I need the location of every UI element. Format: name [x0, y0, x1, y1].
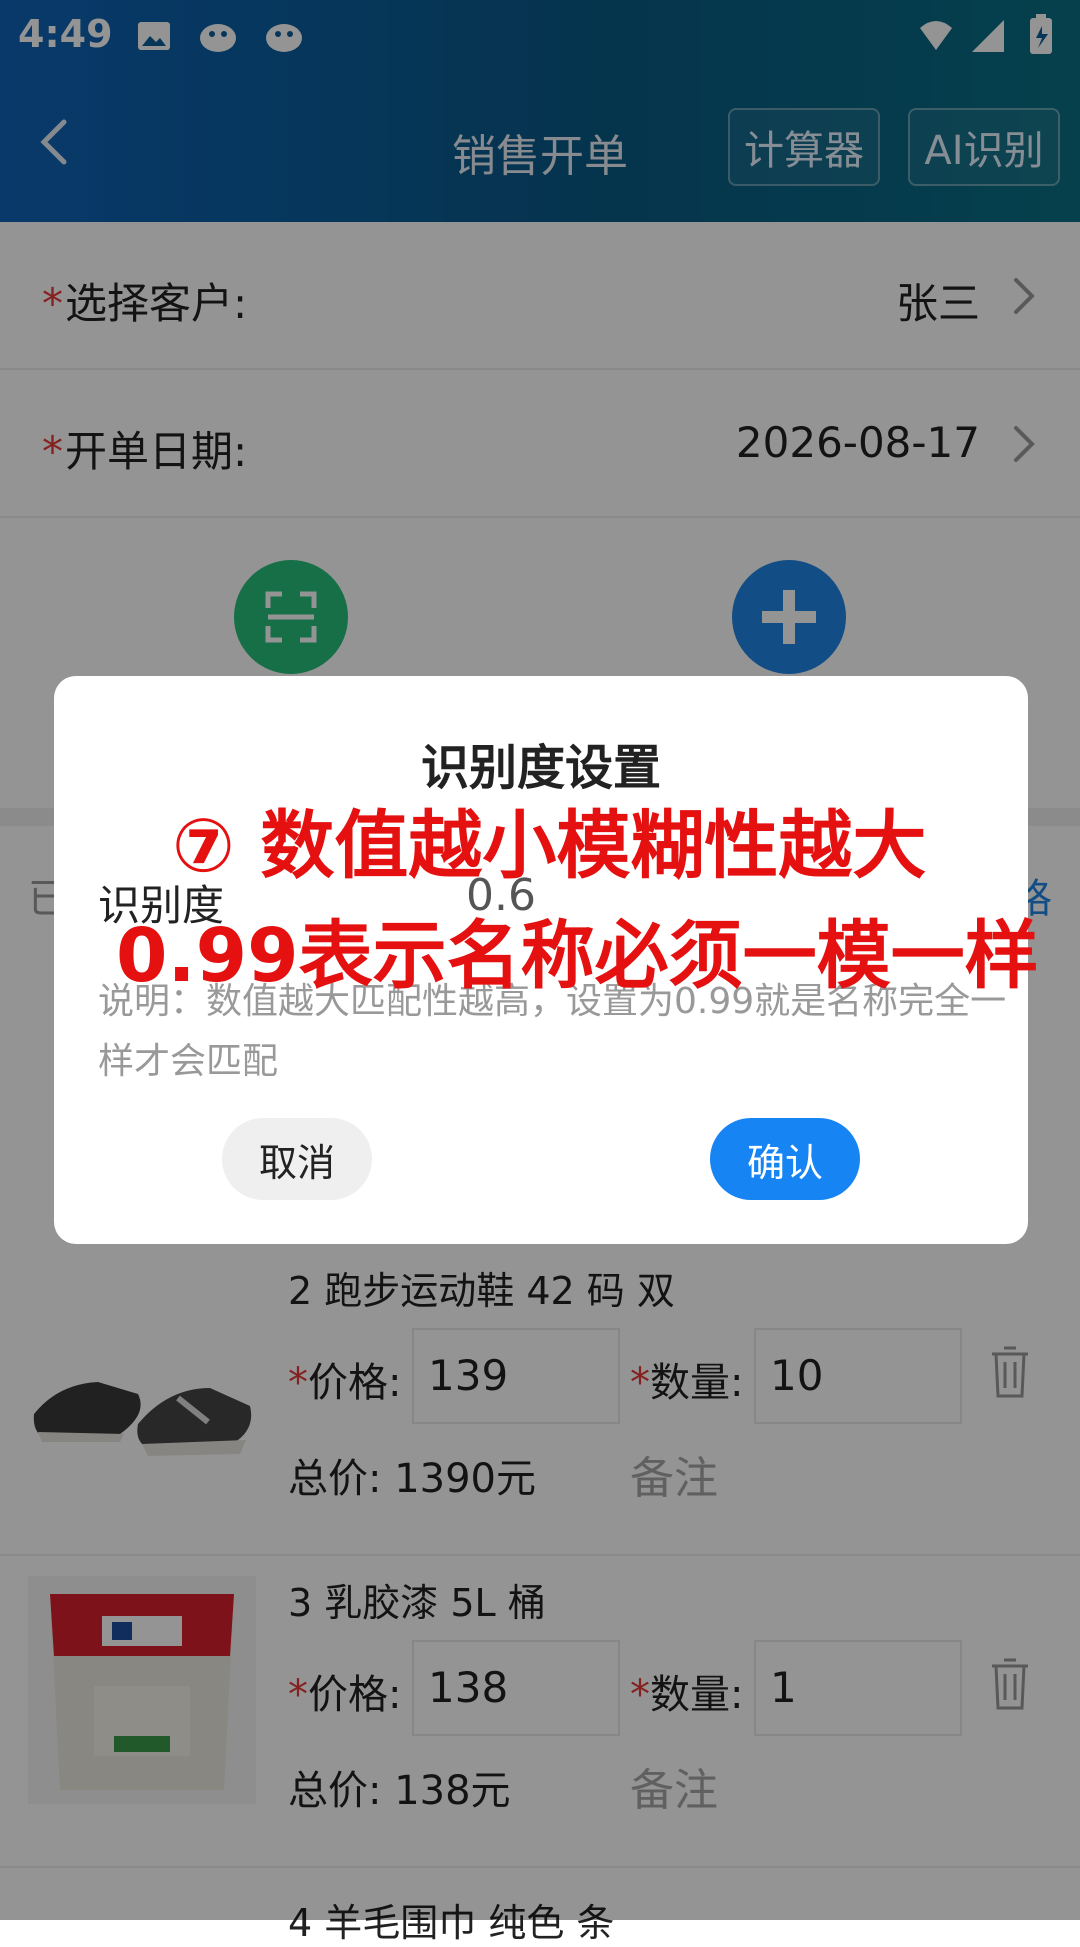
- annotation-line-2: 0.99表示名称必须一模一样: [116, 913, 1039, 999]
- annotation-line-1: ⑦ 数值越小模糊性越大: [172, 803, 927, 889]
- confirm-button[interactable]: 确认: [710, 1118, 860, 1200]
- cancel-button[interactable]: 取消: [222, 1118, 372, 1200]
